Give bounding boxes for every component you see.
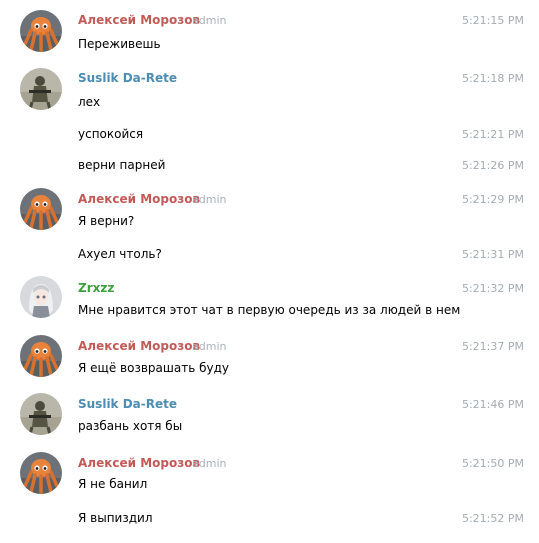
author-name[interactable]: Suslik Da-Rete bbox=[78, 397, 177, 411]
message-text: Переживешь bbox=[78, 37, 161, 51]
message-timestamp: 5:21:32 PM bbox=[461, 282, 524, 295]
admin-badge: admin bbox=[192, 457, 227, 470]
message-timestamp: 5:21:37 PM bbox=[461, 340, 524, 353]
message-timestamp: 5:21:15 PM bbox=[461, 14, 524, 27]
message-text: разбань хотя бы bbox=[78, 419, 183, 433]
message-text: успокойся bbox=[78, 127, 144, 141]
admin-badge: admin bbox=[192, 193, 227, 206]
message-text: верни парней bbox=[78, 158, 166, 172]
octopus-icon[interactable] bbox=[20, 188, 62, 230]
octopus-icon[interactable] bbox=[20, 335, 62, 377]
message-timestamp: 5:21:50 PM bbox=[461, 457, 524, 470]
author-name[interactable]: Алексей Морозов bbox=[78, 192, 200, 206]
message-text: Мне нравится этот чат в первую очередь и… bbox=[78, 303, 461, 317]
message-text: Я ещё возврашать буду bbox=[78, 361, 229, 375]
author-name[interactable]: Алексей Морозов bbox=[78, 339, 200, 353]
author-name[interactable]: Zrxzz bbox=[78, 281, 114, 295]
soldier-icon[interactable] bbox=[20, 68, 62, 110]
message-text: лех bbox=[78, 95, 101, 109]
message-text: Я верни? bbox=[78, 214, 135, 228]
author-name[interactable]: Алексей Морозов bbox=[78, 456, 200, 470]
author-name[interactable]: Алексей Морозов bbox=[78, 13, 200, 27]
message-timestamp: 5:21:29 PM bbox=[461, 193, 524, 206]
anime-girl-icon[interactable] bbox=[20, 276, 62, 318]
message-text: Я выпиздил bbox=[78, 511, 153, 525]
admin-badge: admin bbox=[192, 14, 227, 27]
message-timestamp: 5:21:21 PM bbox=[461, 128, 524, 141]
message-timestamp: 5:21:18 PM bbox=[461, 72, 524, 85]
author-name[interactable]: Suslik Da-Rete bbox=[78, 71, 177, 85]
message-timestamp: 5:21:31 PM bbox=[461, 248, 524, 261]
message-text: Я не банил bbox=[78, 477, 148, 491]
message-timestamp: 5:21:26 PM bbox=[461, 159, 524, 172]
octopus-icon[interactable] bbox=[20, 10, 62, 52]
message-text: Ахуел чтоль? bbox=[78, 247, 162, 261]
message-timestamp: 5:21:52 PM bbox=[461, 512, 524, 525]
octopus-icon[interactable] bbox=[20, 452, 62, 494]
admin-badge: admin bbox=[192, 340, 227, 353]
soldier-icon[interactable] bbox=[20, 393, 62, 435]
message-timestamp: 5:21:46 PM bbox=[461, 398, 524, 411]
